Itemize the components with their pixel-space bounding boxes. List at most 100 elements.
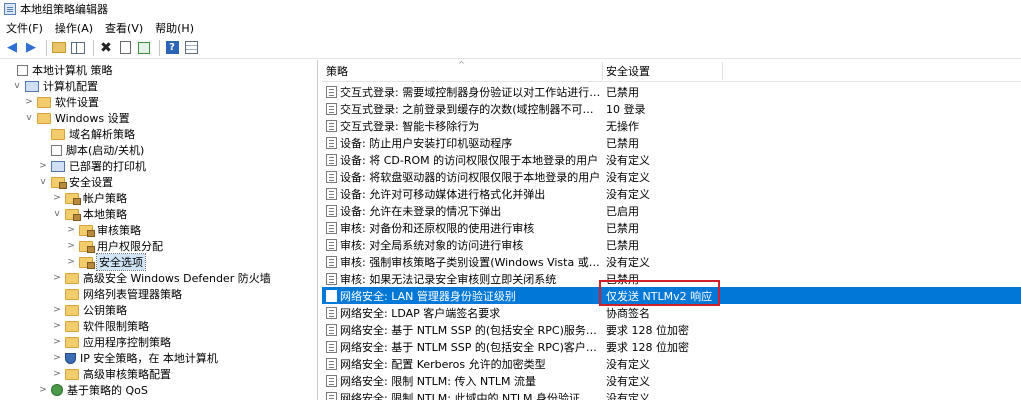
menu-help[interactable]: 帮助(H) [149,20,200,36]
table-row[interactable]: 设备: 将软盘驱动器的访问权限仅限于本地登录的用户 没有定义 [322,168,1021,185]
tree-item-label: 本地策略 [83,208,127,221]
back-arrow-icon[interactable]: ◀ [4,40,20,56]
tree-item-label: 软件限制策略 [83,320,149,333]
menu-file[interactable]: 文件(F) [0,20,49,36]
view-icon[interactable] [183,40,199,56]
policy-setting: 已禁用 [606,238,639,252]
column-header-policy[interactable]: 策略 [322,60,602,82]
tree-item-name-resolution-policy[interactable]: 域名解析策略 [38,126,135,142]
table-row[interactable]: 交互式登录: 智能卡移除行为 无操作 [322,117,1021,134]
tree-item-public-key-policies[interactable]: > 公钥策略 [52,302,127,318]
table-row[interactable]: 设备: 允许在未登录的情况下弹出 已启用 [322,202,1021,219]
table-row[interactable]: 网络安全: 限制 NTLM: 此域中的 NTLM 身份验证 没有定义 [322,389,1021,400]
table-row[interactable]: 网络安全: LDAP 客户端签名要求 协商签名 [322,304,1021,321]
tree-item-software-restriction[interactable]: > 软件限制策略 [52,318,149,334]
tree-item-scripts[interactable]: 脚本(启动/关机) [38,142,144,158]
table-row[interactable]: 审核: 对全局系统对象的访问进行审核 已禁用 [322,236,1021,253]
tree-item-label: 已部署的打印机 [69,160,146,173]
table-row[interactable]: 交互式登录: 之前登录到缓存的次数(域控制器不可用时) 10 登录 [322,100,1021,117]
expand-chevron-icon[interactable]: > [52,305,62,315]
up-folder-icon[interactable] [51,40,67,56]
expand-chevron-icon[interactable]: > [38,161,48,171]
tree-item-ip-security[interactable]: > IP 安全策略，在 本地计算机 [52,350,218,366]
policy-doc-icon [326,102,337,115]
policy-doc-icon [326,272,337,285]
help-icon[interactable]: ? [164,40,180,56]
tree-item-policy-qos[interactable]: > 基于策略的 QoS [38,382,148,398]
tree-item-software-settings[interactable]: > 软件设置 [24,94,99,110]
table-row[interactable]: 设备: 将 CD-ROM 的访问权限仅限于本地登录的用户 没有定义 [322,151,1021,168]
table-row[interactable]: 网络安全: 基于 NTLM SSP 的(包括安全 RPC)客户端的最小... 要… [322,338,1021,355]
tree-item-user-rights[interactable]: > 用户权限分配 [66,238,163,254]
policy-setting: 没有定义 [606,255,650,269]
policy-name: 交互式登录: 智能卡移除行为 [340,119,480,133]
policy-name: 设备: 将 CD-ROM 的访问权限仅限于本地登录的用户 [340,153,599,167]
folder-icon [37,96,51,108]
lock-folder-icon [79,224,95,237]
table-row[interactable]: 审核: 对备份和还原权限的使用进行审核 已禁用 [322,219,1021,236]
delete-icon[interactable]: ✖ [98,40,114,56]
tree-item-account-policies[interactable]: > 帐户策略 [52,190,127,206]
column-divider[interactable] [722,62,723,80]
tree-item-app-control[interactable]: > 应用程序控制策略 [52,334,171,350]
policy-doc-icon [326,119,337,132]
table-row[interactable]: 网络安全: 基于 NTLM SSP 的(包括安全 RPC)服务器的最小... 要… [322,321,1021,338]
table-row[interactable]: 网络安全: 限制 NTLM: 传入 NTLM 流量 没有定义 [322,372,1021,389]
export-list-icon[interactable] [136,40,152,56]
table-row[interactable]: 设备: 防止用户安装打印机驱动程序 已禁用 [322,134,1021,151]
menu-view[interactable]: 查看(V) [99,20,149,36]
table-row[interactable]: 网络安全: 配置 Kerberos 允许的加密类型 没有定义 [322,355,1021,372]
tree-item-label: 计算机配置 [43,80,98,93]
folder-icon [65,272,79,284]
folder-icon [65,320,79,332]
collapse-chevron-icon[interactable]: v [12,81,22,91]
tree-item-defender-firewall[interactable]: > 高级安全 Windows Defender 防火墙 [52,270,271,286]
expand-chevron-icon[interactable]: > [52,369,62,379]
policy-setting: 没有定义 [606,153,650,167]
lock-folder-icon [79,256,95,269]
collapse-chevron-icon[interactable]: v [52,209,62,219]
policy-doc-icon [326,289,337,302]
tree-expander[interactable] [4,65,14,75]
tree-item-computer-config[interactable]: v 计算机配置 [12,78,98,94]
tree-expander [38,129,48,139]
collapse-chevron-icon[interactable]: v [24,113,34,123]
show-tree-icon[interactable] [70,40,86,56]
collapse-chevron-icon[interactable]: v [38,177,48,187]
column-header-setting[interactable]: 安全设置 [602,60,722,82]
policy-setting: 已禁用 [606,85,639,99]
table-row[interactable]: 交互式登录: 需要域控制器身份验证以对工作站进行解锁 已禁用 [322,83,1021,100]
expand-chevron-icon[interactable]: > [52,321,62,331]
forward-arrow-icon[interactable]: ▶ [23,40,39,56]
expand-chevron-icon[interactable]: > [52,273,62,283]
lock-folder-icon [51,176,67,189]
expand-chevron-icon[interactable]: > [52,337,62,347]
expand-chevron-icon[interactable]: > [24,97,34,107]
properties-icon[interactable] [117,40,133,56]
policy-name: 网络安全: LDAP 客户端签名要求 [340,306,501,320]
expand-chevron-icon[interactable]: > [38,385,48,395]
policy-setting: 没有定义 [606,391,650,400]
table-row[interactable]: 审核: 强制审核策略子类别设置(Windows Vista 或更高版本... 没… [322,253,1021,270]
menu-action[interactable]: 操作(A) [49,20,99,36]
tree-item-network-list-manager[interactable]: 网络列表管理器策略 [52,286,182,302]
folder-icon [65,304,79,316]
tree-item-label: 应用程序控制策略 [83,336,171,349]
tree-item-local-computer-policy[interactable]: 本地计算机 策略 [4,62,113,78]
expand-chevron-icon[interactable]: > [52,193,62,203]
tree-item-advanced-audit[interactable]: > 高级审核策略配置 [52,366,171,382]
tree-item-security-options[interactable]: > 安全选项 [66,253,146,271]
title-bar: 本地组策略编辑器 [0,0,1021,18]
tree-item-windows-settings[interactable]: v Windows 设置 [24,110,129,126]
expand-chevron-icon[interactable]: > [52,353,62,363]
tree-item-security-settings[interactable]: v 安全设置 [38,174,113,190]
tree-item-deployed-printers[interactable]: > 已部署的打印机 [38,158,146,174]
policy-name: 网络安全: 配置 Kerberos 允许的加密类型 [340,357,546,371]
expand-chevron-icon[interactable]: > [66,257,76,267]
tree-item-audit-policy[interactable]: > 审核策略 [66,222,141,238]
expand-chevron-icon[interactable]: > [66,241,76,251]
expand-chevron-icon[interactable]: > [66,225,76,235]
table-row[interactable]: 设备: 允许对可移动媒体进行格式化并弹出 没有定义 [322,185,1021,202]
policy-doc-icon [326,153,337,166]
tree-item-local-policies[interactable]: v 本地策略 [52,206,127,222]
